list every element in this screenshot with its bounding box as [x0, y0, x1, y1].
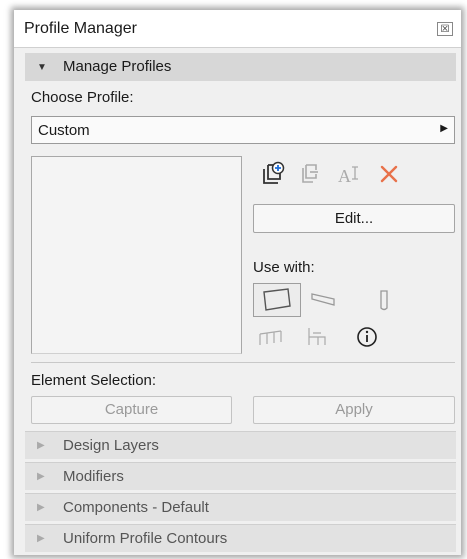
wall-icon[interactable] [253, 283, 301, 317]
rename-profile-icon: A [336, 160, 364, 188]
collapsed-arrow-icon: ▶ [37, 440, 45, 451]
beam-icon[interactable] [310, 286, 338, 314]
design-layers-header[interactable]: ▶ Design Layers [25, 431, 456, 459]
collapsed-arrow-icon: ▶ [37, 533, 45, 544]
close-button[interactable]: ☒ [437, 22, 453, 36]
manage-profiles-label: Manage Profiles [63, 58, 172, 75]
collapsed-arrow-icon: ▶ [37, 471, 45, 482]
railing-icon[interactable] [257, 323, 285, 351]
design-layers-label: Design Layers [63, 437, 159, 454]
column-icon[interactable] [370, 286, 398, 314]
collapsed-arrow-icon: ▶ [37, 502, 45, 513]
title-bar: Profile Manager ☒ [14, 10, 461, 48]
profile-dropdown-value: Custom [38, 122, 90, 139]
choose-profile-label: Choose Profile: [31, 89, 134, 106]
svg-text:A: A [338, 166, 351, 186]
modifiers-header[interactable]: ▶ Modifiers [25, 462, 456, 490]
components-default-label: Components - Default [63, 499, 209, 516]
modifiers-label: Modifiers [63, 468, 124, 485]
uniform-profile-contours-label: Uniform Profile Contours [63, 530, 228, 547]
edit-button[interactable]: Edit... [253, 204, 455, 233]
capture-button[interactable]: Capture [31, 396, 232, 424]
use-with-label: Use with: [253, 259, 315, 276]
info-icon[interactable] [353, 323, 381, 351]
profile-dropdown[interactable]: Custom ▶ [31, 116, 455, 144]
manage-profiles-header[interactable]: ▼ Manage Profiles [25, 53, 456, 81]
profile-list[interactable] [31, 156, 242, 354]
element-selection-label: Element Selection: [31, 372, 157, 389]
stair-icon[interactable] [303, 323, 331, 351]
expanded-arrow-icon: ▼ [37, 62, 47, 73]
delete-profile-icon[interactable] [375, 160, 403, 188]
window-title: Profile Manager [24, 20, 137, 37]
apply-button[interactable]: Apply [253, 396, 455, 424]
section-divider [31, 362, 455, 363]
duplicate-profile-icon [296, 160, 324, 188]
uniform-profile-contours-header[interactable]: ▶ Uniform Profile Contours [25, 524, 456, 552]
profile-manager-panel: Profile Manager ☒ ▼ Manage Profiles Choo… [14, 10, 461, 555]
dropdown-arrow-icon: ▶ [440, 123, 448, 134]
new-profile-icon[interactable] [259, 160, 287, 188]
components-default-header[interactable]: ▶ Components - Default [25, 493, 456, 521]
